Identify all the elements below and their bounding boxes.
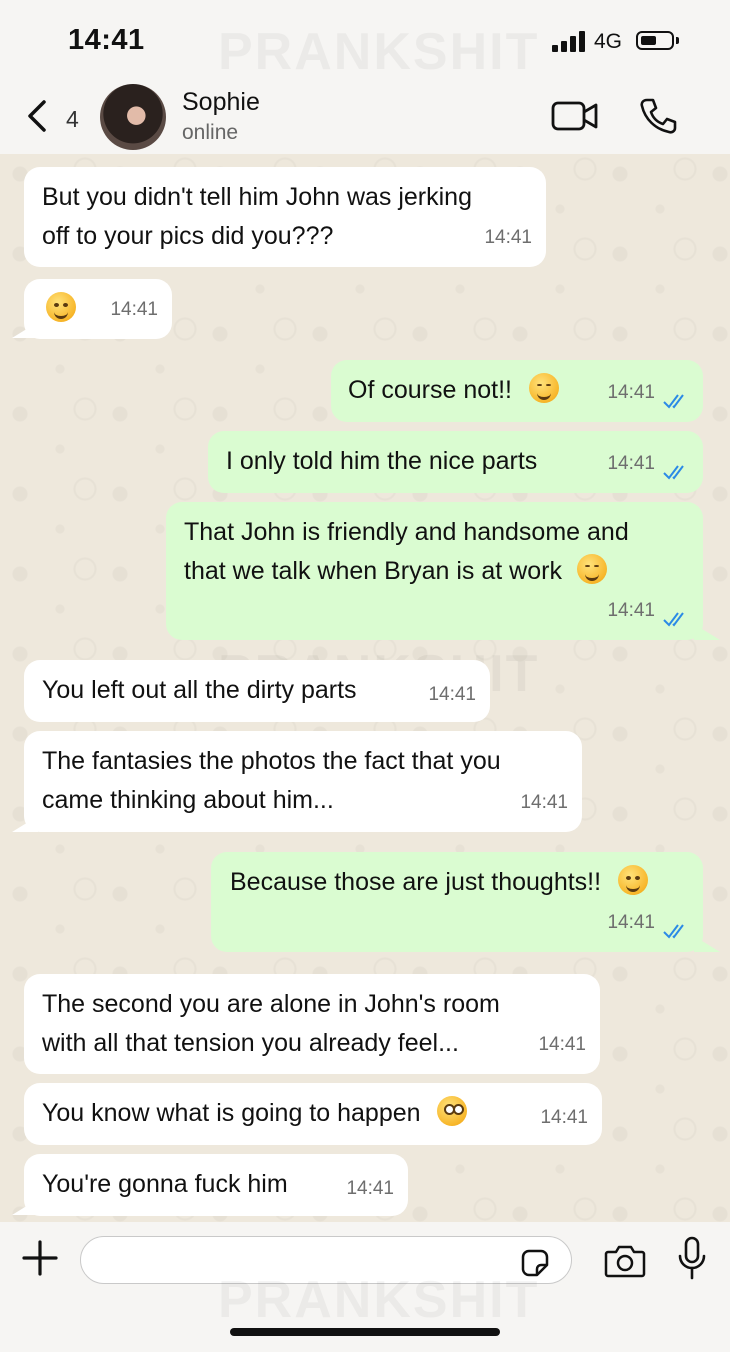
camera-icon[interactable]	[604, 1242, 646, 1278]
signal-icon	[552, 30, 586, 52]
message-bubble-incoming[interactable]: You know what is going to happen 14:41	[24, 1083, 602, 1145]
message-time: 14:41	[540, 1107, 588, 1128]
battery-tip	[676, 37, 679, 44]
message-time: 14:41	[110, 299, 158, 320]
contact-name[interactable]: Sophie	[182, 88, 260, 117]
message-text: off to your pics did you???	[42, 222, 334, 250]
read-receipt-icon	[663, 924, 684, 939]
message-text: You know what is going to happen	[42, 1099, 421, 1127]
message-bubble-outgoing[interactable]: Of course not!! 14:41	[331, 360, 703, 422]
message-time: 14:41	[607, 912, 655, 933]
message-bubble-outgoing[interactable]: Because those are just thoughts!! 14:41	[211, 852, 703, 952]
watermark: PRANKSHIT	[218, 22, 539, 82]
message-text: I only told him the nice parts	[226, 447, 538, 475]
network-type: 4G	[594, 30, 623, 53]
read-receipt-icon	[663, 465, 684, 480]
message-text: Of course not!!	[348, 376, 512, 404]
message-bubble-incoming[interactable]: You're gonna fuck him 14:41	[24, 1154, 408, 1216]
flushed-emoji	[437, 1096, 468, 1126]
message-time: 14:41	[538, 1034, 586, 1055]
message-bubble-outgoing[interactable]: That John is friendly and handsome and t…	[166, 502, 703, 640]
message-text: The second you are alone in John's room	[42, 990, 500, 1018]
message-bubble-incoming[interactable]: The second you are alone in John's room …	[24, 974, 600, 1074]
message-bubble-incoming[interactable]: You left out all the dirty parts 14:41	[24, 660, 490, 722]
message-text: That John is friendly and handsome and	[184, 518, 629, 546]
message-text: with all that tension you already feel..…	[42, 1029, 459, 1057]
message-bubble-incoming[interactable]: But you didn't tell him John was jerking…	[24, 167, 546, 267]
message-time: 14:41	[607, 600, 655, 621]
message-text: You left out all the dirty parts	[42, 676, 357, 704]
message-text: You're gonna fuck him	[42, 1170, 288, 1198]
presence-status: online	[182, 121, 239, 144]
plus-icon[interactable]	[22, 1240, 58, 1276]
avatar[interactable]	[100, 84, 166, 150]
watermark: PRANKSHIT	[218, 1270, 539, 1330]
home-indicator	[230, 1328, 500, 1336]
status-time: 14:41	[68, 24, 145, 56]
message-time: 14:41	[428, 684, 476, 705]
message-time: 14:41	[346, 1178, 394, 1199]
message-time: 14:41	[607, 382, 655, 403]
message-text: that we talk when Bryan is at work	[184, 557, 562, 585]
message-text: came thinking about him...	[42, 786, 334, 814]
chat-area[interactable]: PRANKSHIT But you didn't tell him John w…	[0, 154, 730, 1222]
microphone-icon[interactable]	[676, 1236, 708, 1282]
relieved-emoji	[528, 373, 559, 403]
message-bubble-incoming[interactable]: The fantasies the photos the fact that y…	[24, 731, 582, 832]
message-time: 14:41	[484, 227, 532, 248]
message-time: 14:41	[607, 453, 655, 474]
video-call-icon[interactable]	[550, 98, 600, 134]
composer-bar: PRANKSHIT	[0, 1222, 730, 1352]
message-text: But you didn't tell him John was jerking	[42, 183, 472, 211]
battery-icon	[636, 31, 674, 50]
read-receipt-icon	[663, 394, 684, 409]
message-time: 14:41	[520, 792, 568, 813]
unread-count[interactable]: 4	[66, 106, 79, 133]
read-receipt-icon	[663, 612, 684, 627]
message-text: Because those are just thoughts!!	[230, 868, 602, 896]
message-bubble-incoming[interactable]: 14:41	[24, 279, 172, 339]
chat-header: 4 Sophie online	[0, 82, 730, 154]
back-chevron-icon[interactable]	[22, 96, 56, 136]
message-text: The fantasies the photos the fact that y…	[42, 747, 501, 775]
hand-over-mouth-emoji	[618, 865, 649, 895]
smiling-hearts-emoji	[576, 554, 607, 584]
grinning-sweat-emoji	[46, 292, 76, 322]
phone-call-icon[interactable]	[638, 96, 678, 136]
message-bubble-outgoing[interactable]: I only told him the nice parts 14:41	[208, 431, 703, 493]
